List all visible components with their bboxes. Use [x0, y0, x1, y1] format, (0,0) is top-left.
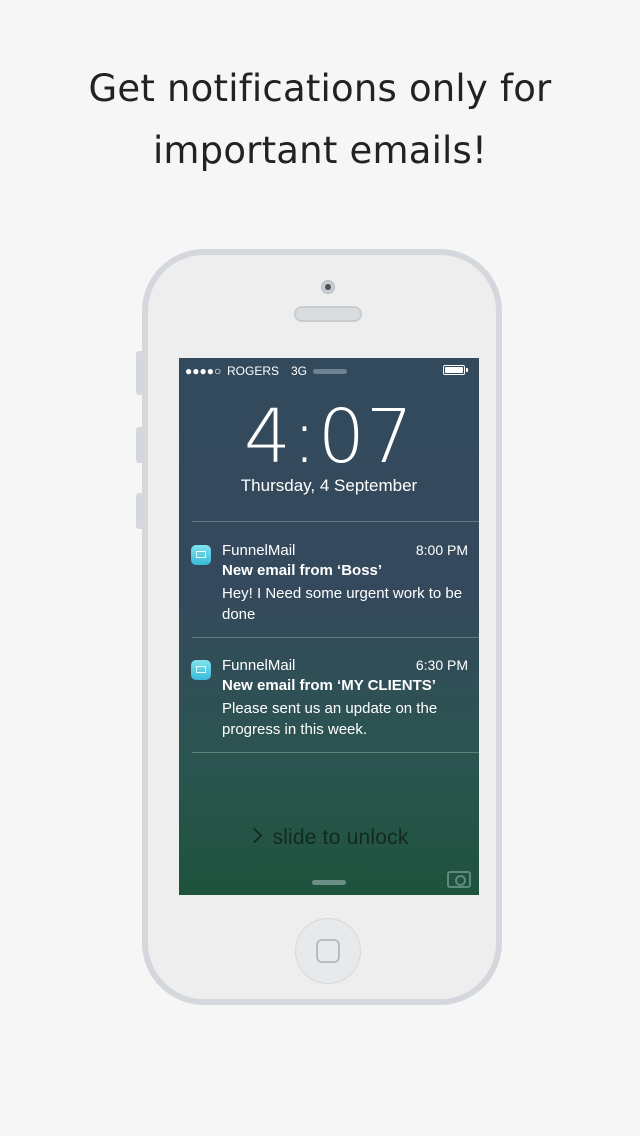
divider	[192, 521, 479, 522]
notification-body: Hey! I Need some urgent work to be done	[222, 585, 463, 623]
notification-time: 8:00 PM	[415, 542, 468, 558]
mail-icon	[191, 545, 211, 565]
divider	[192, 752, 479, 753]
headline-line-1: Get notifications only for	[88, 67, 552, 110]
notification-item[interactable]: FunnelMail 8:00 PM New email from ‘Boss’…	[179, 542, 479, 632]
notification-item[interactable]: FunnelMail 6:30 PM New email from ‘MY CL…	[179, 657, 479, 747]
mail-icon	[191, 660, 211, 680]
notification-app-name: FunnelMail	[222, 542, 296, 559]
notification-title: New email from ‘Boss’	[222, 562, 383, 579]
lock-time: 4:07	[243, 394, 415, 480]
volume-up-button	[136, 427, 142, 463]
notification-body: Please sent us an update on the progress…	[222, 700, 438, 738]
control-center-grabber[interactable]	[312, 880, 346, 885]
camera-icon[interactable]	[447, 871, 471, 888]
network-type: 3G	[291, 364, 308, 378]
battery-icon	[443, 365, 468, 375]
divider	[192, 637, 479, 638]
carrier-name: ROGERS	[227, 364, 280, 378]
earpiece-speaker	[294, 306, 362, 322]
lock-screen: ●●●●○ ROGERS 3G 4:07 Thursday, 4 Septemb…	[179, 358, 479, 895]
chevron-right-icon	[247, 827, 263, 844]
phone-frame: ●●●●○ ROGERS 3G 4:07 Thursday, 4 Septemb…	[136, 249, 502, 1005]
status-bar: ●●●●○ ROGERS 3G	[185, 364, 469, 378]
headline: Get notifications only for important ema…	[0, 58, 640, 182]
slide-to-unlock-label: slide to unlock	[272, 826, 409, 849]
lock-date: Thursday, 4 September	[240, 476, 418, 495]
front-camera	[321, 280, 335, 294]
slide-to-unlock[interactable]: slide to unlock	[179, 826, 479, 850]
notification-time: 6:30 PM	[415, 657, 468, 673]
volume-down-button	[136, 493, 142, 529]
headline-line-2: important emails!	[152, 129, 488, 172]
home-button[interactable]	[295, 918, 361, 984]
notification-title: New email from ‘MY CLIENTS’	[222, 677, 436, 694]
network-activity-indicator	[313, 369, 347, 374]
signal-strength: ●●●●○	[185, 364, 222, 378]
home-square-icon	[316, 939, 340, 963]
mute-switch	[136, 351, 142, 395]
notification-app-name: FunnelMail	[222, 657, 296, 674]
